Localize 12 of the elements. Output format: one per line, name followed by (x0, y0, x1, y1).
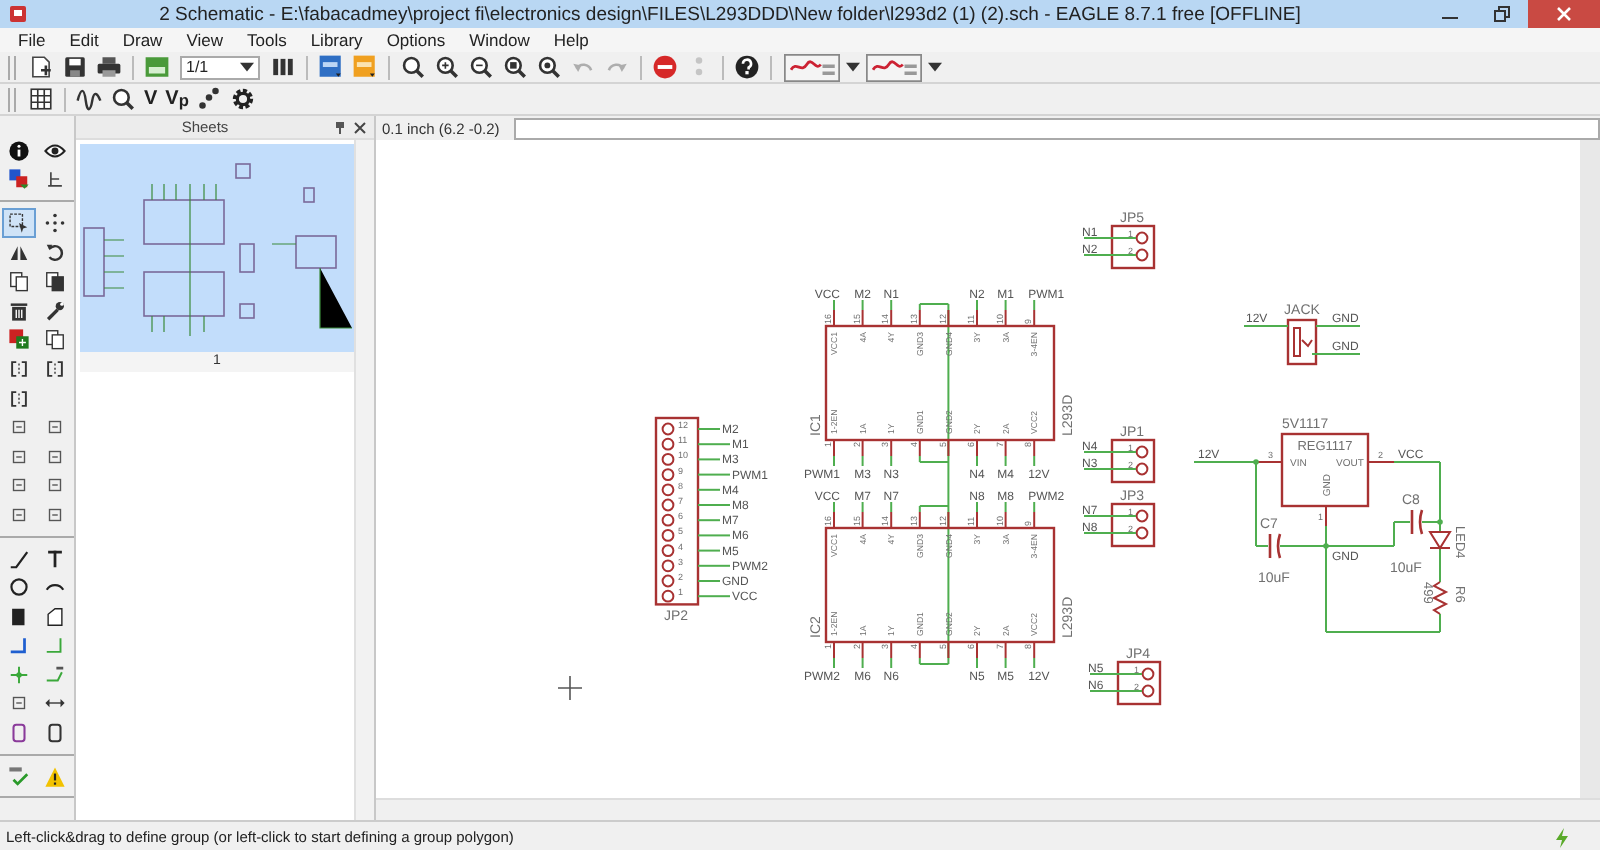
menu-item[interactable]: Window (457, 30, 542, 50)
menu-item[interactable]: Draw (110, 30, 175, 50)
sheet-select[interactable]: 1/1 (180, 55, 260, 79)
menu-item[interactable]: Edit (57, 30, 111, 50)
toolbar-button[interactable]: V (140, 83, 162, 115)
window-title: 2 Schematic - E:\fabacadmey\project fi\electronics design\FILES\L293DDD\New folder\l293d2 (1) (2).sch - EAGLE 8.7.1 free [OFFLINE] (157, 3, 1303, 25)
menu-item[interactable]: Help (541, 30, 601, 50)
menu-item[interactable]: Library (298, 30, 375, 50)
menu-item[interactable]: Tools (234, 30, 299, 50)
menu-item[interactable]: Options (374, 30, 458, 50)
menu-item[interactable]: File (6, 30, 58, 50)
menu-item[interactable]: View (174, 30, 235, 50)
